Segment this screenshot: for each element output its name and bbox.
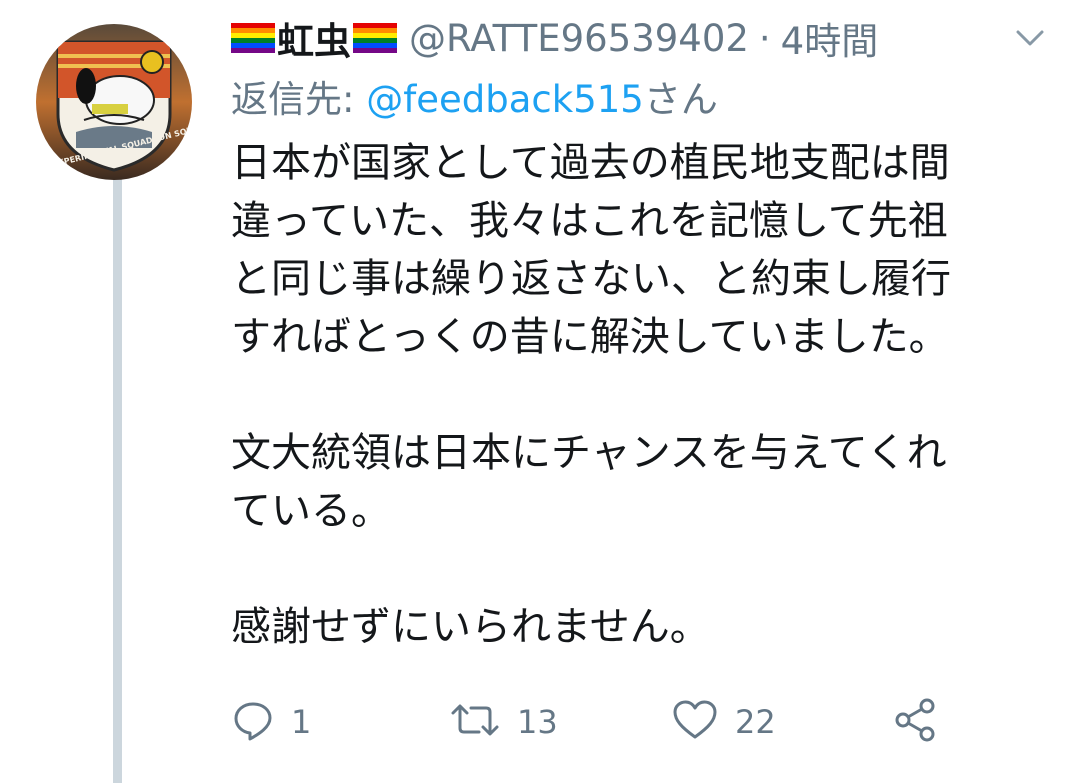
tweet-line: 文大統領は日本にチャンスを与えてくれ [231,430,947,476]
reply-context: 返信先: @feedback515さん [231,74,718,126]
reply-prefix: 返信先: [231,78,367,121]
tweet-actions: 1 13 22 [231,690,991,754]
tweet-line: 感謝せずにいられません。 [231,604,710,650]
tweet-line: ている。 [231,488,391,534]
reply-suffix: さん [643,78,718,121]
tweet-line: と同じ事は繰り返さない、と約束し履行 [231,256,951,302]
user-handle[interactable]: @RATTE96539402 [409,17,749,60]
reply-count: 1 [291,703,312,741]
heart-icon [671,698,719,746]
reply-button[interactable]: 1 [231,690,311,754]
rainbow-flag-icon [353,23,397,53]
avatar[interactable]: 8th EXPERIMENTAL SQUADRON SQL [36,24,192,180]
reply-mention-link[interactable]: @feedback515 [366,78,644,121]
tweet-line: 日本が国家として過去の植民地支配は間 [231,140,950,186]
rainbow-flag-icon [231,23,275,53]
header-separator: · [758,16,771,60]
timestamp[interactable]: 4時間 [781,11,879,65]
reply-icon [231,698,275,746]
display-name[interactable]: 虹虫 [277,11,351,65]
retweet-count: 13 [517,703,558,741]
retweet-button[interactable]: 13 [449,690,558,754]
chevron-down-icon[interactable] [1012,24,1048,52]
tweet-line: 違っていた、我々はこれを記憶して先祖 [231,198,948,244]
retweet-icon [449,698,501,746]
like-count: 22 [735,703,776,741]
like-button[interactable]: 22 [671,690,776,754]
tweet-header: 虹虫 @RATTE96539402 · 4時間 [231,8,878,68]
tweet-line: すればとっくの昔に解決していました。 [231,314,949,360]
tweet-text: 日本が国家として過去の植民地支配は間 違っていた、我々はこれを記憶して先祖 と同… [231,134,1051,656]
share-button[interactable] [891,690,939,754]
share-icon [891,696,939,748]
thread-line [113,178,122,783]
